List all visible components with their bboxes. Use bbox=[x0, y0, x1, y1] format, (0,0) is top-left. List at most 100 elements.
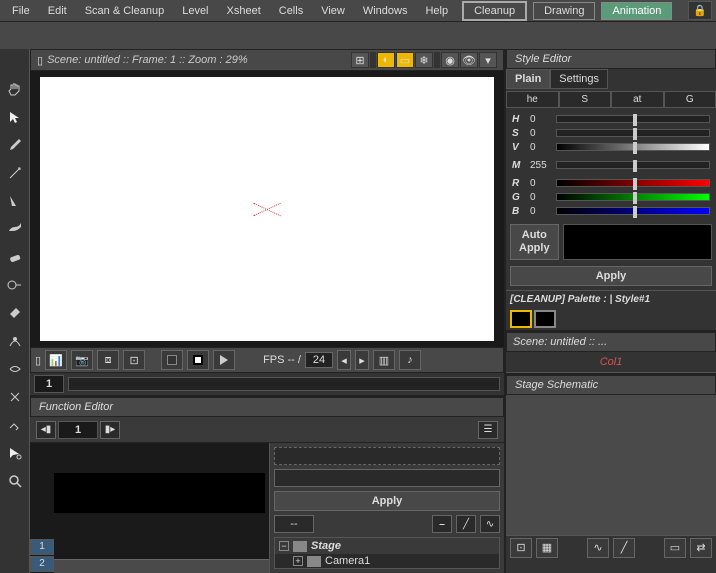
function-graph[interactable]: 1 2 bbox=[30, 443, 270, 573]
style-apply-button[interactable]: Apply bbox=[510, 266, 712, 286]
func-interp-3[interactable]: ∿ bbox=[480, 515, 500, 533]
style-picker-tool[interactable] bbox=[5, 303, 25, 323]
eraser-tool[interactable] bbox=[5, 247, 25, 267]
mode-drawing-button[interactable]: Drawing bbox=[533, 2, 595, 20]
func-apply-button[interactable]: Apply bbox=[274, 491, 500, 511]
menu-windows[interactable]: Windows bbox=[355, 2, 416, 20]
g-slider[interactable] bbox=[556, 193, 710, 201]
mode-animation-button[interactable]: Animation bbox=[601, 2, 672, 20]
paint-brush-tool[interactable] bbox=[5, 219, 25, 239]
subcamera-icon[interactable]: ▭ bbox=[396, 52, 414, 68]
pinch-tool[interactable] bbox=[5, 359, 25, 379]
grip-icon[interactable]: ▯ bbox=[37, 54, 43, 67]
palette-swatch[interactable] bbox=[534, 310, 556, 328]
menu-view[interactable]: View bbox=[313, 2, 353, 20]
menu-edit[interactable]: Edit bbox=[40, 2, 75, 20]
canvas[interactable] bbox=[40, 77, 494, 341]
menu-help[interactable]: Help bbox=[417, 2, 456, 20]
fps-prev-button[interactable]: ◂ bbox=[337, 350, 351, 370]
bg-white-button[interactable] bbox=[161, 350, 183, 370]
auto-apply-button[interactable]: Auto Apply bbox=[510, 224, 559, 260]
func-first-button[interactable]: ◂▮ bbox=[36, 421, 56, 439]
canvas-area[interactable] bbox=[30, 71, 504, 347]
func-mode-button[interactable]: ☰ bbox=[478, 421, 498, 439]
menu-file[interactable]: File bbox=[4, 2, 38, 20]
func-last-button[interactable]: ▮▸ bbox=[100, 421, 120, 439]
menu-cells[interactable]: Cells bbox=[271, 2, 311, 20]
graph-row[interactable]: 2 bbox=[30, 556, 54, 572]
view-mode-icon[interactable]: 👁 bbox=[460, 52, 478, 68]
column-label[interactable]: Col1 bbox=[506, 352, 716, 373]
s-slider[interactable] bbox=[556, 129, 710, 137]
bg-black-button[interactable] bbox=[187, 350, 209, 370]
define-subcamera-button[interactable]: ⊡ bbox=[123, 350, 145, 370]
func-name-field[interactable] bbox=[274, 447, 500, 465]
stage-switch-button[interactable]: ⇄ bbox=[690, 538, 712, 558]
grip-icon[interactable]: ▯ bbox=[35, 354, 41, 367]
h-slider[interactable] bbox=[556, 115, 710, 123]
type-tool[interactable] bbox=[5, 191, 25, 211]
histogram-button[interactable]: 📊 bbox=[45, 350, 67, 370]
preview-icon[interactable]: ◐ bbox=[377, 52, 395, 68]
freeze-icon[interactable]: ❄ bbox=[415, 52, 433, 68]
v-slider[interactable] bbox=[556, 143, 710, 151]
stage-line-button[interactable]: ╱ bbox=[613, 538, 635, 558]
palette-swatch-selected[interactable] bbox=[510, 310, 532, 328]
m-slider[interactable] bbox=[556, 161, 710, 169]
menu-scan-cleanup[interactable]: Scan & Cleanup bbox=[77, 2, 173, 20]
geometric-tool[interactable] bbox=[5, 163, 25, 183]
b-slider[interactable] bbox=[556, 207, 710, 215]
graph-row[interactable]: 1 bbox=[30, 539, 54, 555]
zoom-tool[interactable] bbox=[5, 471, 25, 491]
stage-new-button[interactable]: ▭ bbox=[664, 538, 686, 558]
play-button[interactable] bbox=[213, 350, 235, 370]
func-interp-1[interactable]: ⎯ bbox=[432, 515, 452, 533]
channel-button[interactable]: ▥ bbox=[373, 350, 395, 370]
stage-fit-button[interactable]: ⊡ bbox=[510, 538, 532, 558]
mini-tab-hsv[interactable]: S bbox=[559, 91, 612, 108]
mini-tab-rgb[interactable]: G bbox=[664, 91, 716, 108]
stage-tree: − Stage + Camera1 + Table bbox=[274, 537, 500, 569]
r-slider[interactable] bbox=[556, 179, 710, 187]
stage-grid-button[interactable]: ▦ bbox=[536, 538, 558, 558]
onion-icon[interactable]: ◉ bbox=[441, 52, 459, 68]
menu-xsheet[interactable]: Xsheet bbox=[219, 2, 269, 20]
function-editor-title: Function Editor bbox=[30, 397, 504, 417]
brush-tool[interactable] bbox=[5, 135, 25, 155]
control-point-tool[interactable] bbox=[5, 331, 25, 351]
func-step-field[interactable]: -- bbox=[274, 515, 314, 533]
frame-number[interactable]: 1 bbox=[34, 375, 64, 393]
tree-item-camera[interactable]: Camera1 bbox=[325, 555, 370, 567]
arrow-tool[interactable] bbox=[5, 107, 25, 127]
graph-scrollbar[interactable] bbox=[54, 559, 269, 573]
fps-input[interactable] bbox=[305, 352, 333, 368]
tree-toggle[interactable]: − bbox=[279, 541, 289, 551]
func-frame-input[interactable]: 1 bbox=[58, 421, 98, 439]
mode-cleanup-button[interactable]: Cleanup bbox=[462, 1, 527, 21]
tree-toggle[interactable]: + bbox=[293, 556, 303, 566]
stage-schematic-canvas[interactable] bbox=[506, 395, 716, 535]
camera-stand-icon[interactable]: ⊞ bbox=[351, 52, 369, 68]
lock-rooms[interactable]: 🔒 bbox=[688, 1, 712, 20]
sound-button[interactable]: ♪ bbox=[399, 350, 421, 370]
skeleton-tool[interactable] bbox=[5, 387, 25, 407]
menu-level[interactable]: Level bbox=[174, 2, 216, 20]
tab-plain[interactable]: Plain bbox=[506, 69, 550, 89]
mini-tab-wheel[interactable]: he bbox=[506, 91, 559, 108]
tracker-tool[interactable] bbox=[5, 443, 25, 463]
tree-root-label[interactable]: Stage bbox=[311, 540, 341, 552]
tape-tool[interactable] bbox=[5, 275, 25, 295]
scene-panel: Scene: untitled :: ... Col1 bbox=[506, 330, 716, 373]
dropdown-icon[interactable]: ▾ bbox=[479, 52, 497, 68]
stage-curve-button[interactable]: ∿ bbox=[587, 538, 609, 558]
mini-tab-matte[interactable]: at bbox=[611, 91, 664, 108]
fps-next-button[interactable]: ▸ bbox=[355, 350, 369, 370]
tab-settings[interactable]: Settings bbox=[550, 69, 608, 89]
hand-tool[interactable] bbox=[5, 79, 25, 99]
compare-button[interactable]: ⧈ bbox=[97, 350, 119, 370]
hook-tool[interactable] bbox=[5, 415, 25, 435]
timeline-track[interactable] bbox=[68, 377, 500, 391]
func-value-field[interactable] bbox=[274, 469, 500, 487]
snapshot-button[interactable]: 📷 bbox=[71, 350, 93, 370]
func-interp-2[interactable]: ╱ bbox=[456, 515, 476, 533]
